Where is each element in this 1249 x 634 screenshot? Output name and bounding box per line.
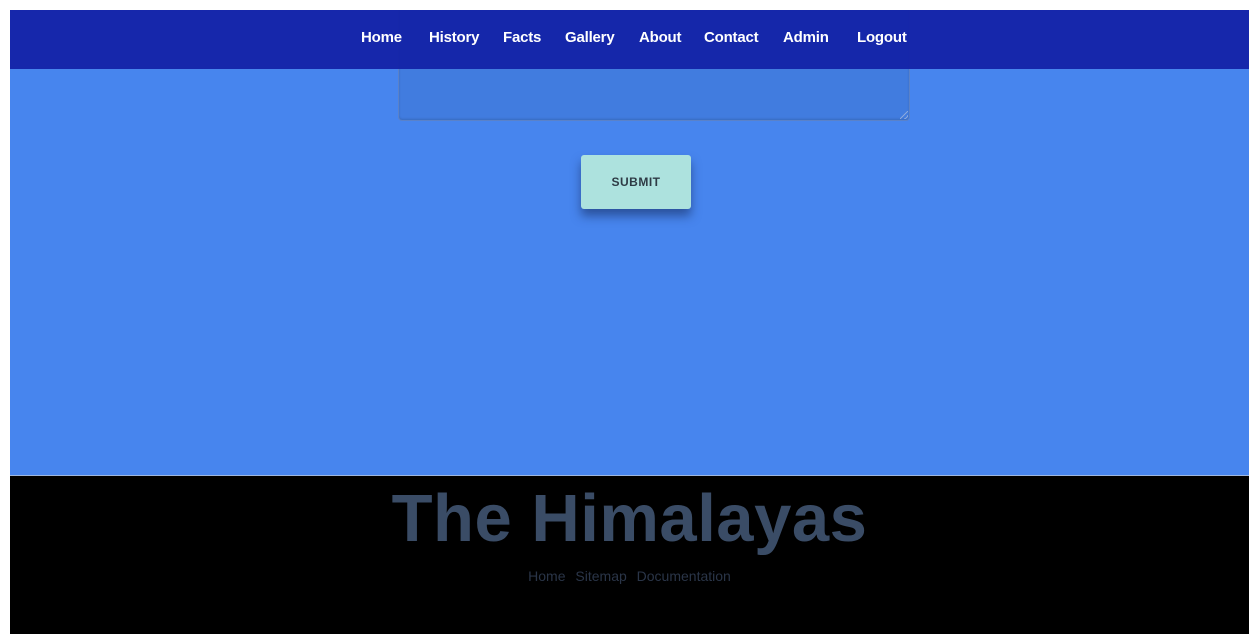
submit-button[interactable]: SUBMIT [581,155,691,209]
footer-links: Home Sitemap Documentation [10,568,1249,584]
resize-handle-icon[interactable] [900,111,908,119]
page: SUBMIT Home History Facts Gallery About … [10,10,1249,634]
nav-facts[interactable]: Facts [503,29,541,46]
footer-title: The Himalayas [391,481,868,556]
top-navbar: Home History Facts Gallery About Contact… [10,10,1249,69]
nav-about[interactable]: About [639,29,682,46]
footer-link-sitemap[interactable]: Sitemap [575,568,626,584]
footer: The Himalayas Home Sitemap Documentation [10,475,1249,634]
main-content: SUBMIT [10,10,1249,475]
nav-history[interactable]: History [429,29,479,46]
footer-link-documentation[interactable]: Documentation [637,568,731,584]
footer-link-home[interactable]: Home [528,568,565,584]
nav-contact[interactable]: Contact [704,29,759,46]
nav-gallery[interactable]: Gallery [565,29,615,46]
nav-admin[interactable]: Admin [783,29,829,46]
nav-logout[interactable]: Logout [857,29,907,46]
nav-home[interactable]: Home [361,29,402,46]
